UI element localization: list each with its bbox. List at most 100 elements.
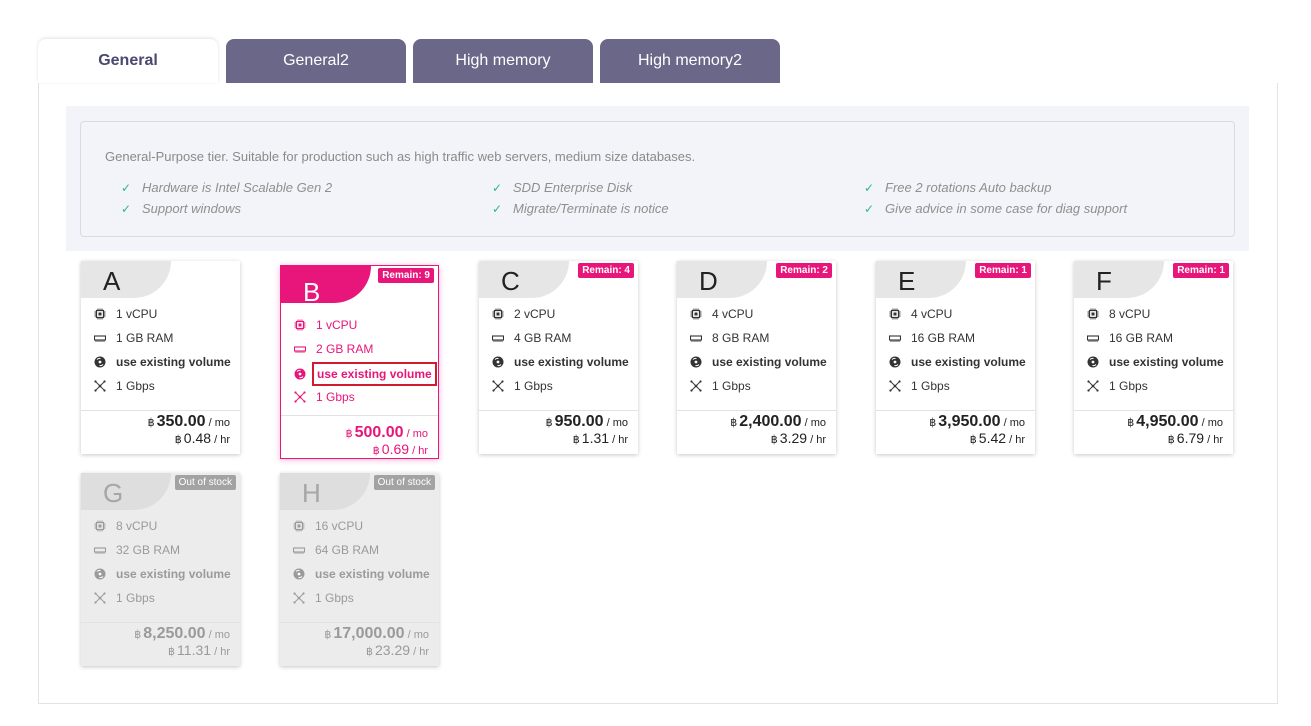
- spec-volume-label: use existing volume: [315, 567, 430, 581]
- check-icon: ✓: [121, 180, 132, 195]
- feature-item: ✓ SDD Enterprise Disk: [492, 180, 633, 195]
- spec-volume: use existing volume: [491, 355, 629, 369]
- network-icon: [93, 379, 107, 393]
- spec-net: 1 Gbps: [689, 379, 751, 393]
- remain-badge: Remain: 4: [578, 263, 634, 278]
- ram-icon: [293, 342, 307, 356]
- tab-general2[interactable]: General2: [226, 39, 406, 83]
- ram-icon: [689, 331, 703, 345]
- spec-ram-label: 32 GB RAM: [116, 543, 181, 557]
- cpu-icon: [93, 519, 107, 533]
- tab-general[interactable]: General: [38, 39, 218, 83]
- check-icon: ✓: [864, 180, 875, 195]
- plan-card-b[interactable]: B Remain: 9 1 vCPU 2 GB RAM use existing vol…: [280, 265, 439, 459]
- spec-cpu-label: 8 vCPU: [116, 519, 158, 533]
- network-icon: [93, 591, 107, 605]
- spec-net: 1 Gbps: [93, 591, 155, 605]
- spec-ram-label: 4 GB RAM: [514, 331, 572, 345]
- spec-ram-label: 1 GB RAM: [116, 331, 174, 345]
- network-icon: [689, 379, 703, 393]
- plan-letter: G: [103, 478, 124, 508]
- spec-volume: use existing volume: [93, 567, 231, 581]
- plan-letter: D: [699, 266, 718, 296]
- plan-card-f[interactable]: F Remain: 1 8 vCPU 16 GB RAM use existing vo…: [1074, 261, 1233, 454]
- spec-volume: use existing volume: [1086, 355, 1224, 369]
- plan-card-d[interactable]: D Remain: 2 4 vCPU 8 GB RAM use existing vol…: [677, 261, 836, 454]
- price-monthly: ฿ 500.00 / mo: [345, 424, 428, 441]
- spec-net-label: 1 Gbps: [116, 379, 155, 393]
- price-monthly: ฿ 4,950.00 / mo: [1127, 413, 1223, 430]
- spec-cpu: 2 vCPU: [491, 307, 555, 321]
- spec-cpu: 8 vCPU: [1086, 307, 1150, 321]
- spec-volume: use existing volume: [293, 362, 437, 386]
- plan-letter: H: [302, 478, 321, 508]
- spec-cpu-label: 16 vCPU: [315, 519, 364, 533]
- spec-ram-label: 16 GB RAM: [1109, 331, 1174, 345]
- network-icon: [1086, 379, 1100, 393]
- spec-ram: 16 GB RAM: [888, 331, 975, 345]
- feature-item: ✓ Support windows: [121, 201, 241, 216]
- plan-card-a[interactable]: A 1 vCPU 1 GB RAM use existing volume 1 Gbps…: [81, 261, 240, 454]
- spec-net-label: 1 Gbps: [1109, 379, 1148, 393]
- plan-card-c[interactable]: C Remain: 4 2 vCPU 4 GB RAM use existing vol…: [479, 261, 638, 454]
- plan-card-h: H Out of stock 16 vCPU 64 GB RAM use existin…: [280, 473, 439, 666]
- feature-item: ✓ Free 2 rotations Auto backup: [864, 180, 1052, 195]
- check-icon: ✓: [864, 201, 875, 216]
- plan-card-e[interactable]: E Remain: 1 4 vCPU 16 GB RAM use existing vo…: [876, 261, 1035, 454]
- ram-icon: [93, 331, 107, 345]
- spec-volume: use existing volume: [888, 355, 1026, 369]
- plan-letter-badge: [81, 473, 171, 510]
- price-divider: [1074, 410, 1233, 411]
- ram-icon: [292, 543, 306, 557]
- spec-net: 1 Gbps: [1086, 379, 1148, 393]
- cpu-icon: [293, 318, 307, 332]
- check-icon: ✓: [492, 180, 503, 195]
- price-hourly: ฿ 11.31 / hr: [168, 642, 230, 658]
- spec-net: 1 Gbps: [293, 390, 355, 404]
- spec-cpu: 8 vCPU: [93, 519, 157, 533]
- price-monthly: ฿ 8,250.00 / mo: [134, 625, 230, 642]
- spec-net-label: 1 Gbps: [514, 379, 553, 393]
- spec-cpu: 1 vCPU: [93, 307, 157, 321]
- spec-net: 1 Gbps: [491, 379, 553, 393]
- remain-badge: Remain: 1: [975, 263, 1031, 278]
- spec-ram: 16 GB RAM: [1086, 331, 1173, 345]
- spec-cpu-label: 1 vCPU: [116, 307, 158, 321]
- spec-net-label: 1 Gbps: [911, 379, 950, 393]
- tab-high-memory[interactable]: High memory: [413, 39, 593, 83]
- price-monthly: ฿ 2,400.00 / mo: [730, 413, 826, 430]
- spec-ram: 64 GB RAM: [292, 543, 379, 557]
- plan-letter-badge: [280, 473, 370, 510]
- spec-ram: 4 GB RAM: [491, 331, 571, 345]
- spec-ram: 32 GB RAM: [93, 543, 180, 557]
- cpu-icon: [93, 307, 107, 321]
- spec-cpu: 4 vCPU: [888, 307, 952, 321]
- cpu-icon: [689, 307, 703, 321]
- network-icon: [292, 591, 306, 605]
- spec-net: 1 Gbps: [93, 379, 155, 393]
- spec-volume-label: use existing volume: [514, 355, 629, 369]
- spec-cpu: 16 vCPU: [292, 519, 363, 533]
- cpu-icon: [491, 307, 505, 321]
- plan-letter: F: [1096, 266, 1112, 296]
- spec-ram: 1 GB RAM: [93, 331, 173, 345]
- price-hourly: ฿ 3.29 / hr: [770, 430, 826, 446]
- plan-letter-badge: [876, 261, 966, 298]
- plan-letter-badge: [281, 266, 371, 303]
- plan-letter: A: [103, 266, 121, 296]
- disk-icon: [93, 567, 107, 581]
- price-hourly: ฿ 23.29 / hr: [365, 642, 429, 658]
- plan-letter-badge: [677, 261, 767, 298]
- spec-ram: 2 GB RAM: [293, 342, 373, 356]
- out-of-stock-badge: Out of stock: [174, 475, 236, 490]
- spec-volume: use existing volume: [93, 355, 231, 369]
- plan-letter-badge: [479, 261, 569, 298]
- volume-option-highlight[interactable]: use existing volume: [312, 362, 437, 386]
- spec-net-label: 1 Gbps: [315, 591, 354, 605]
- price-monthly: ฿ 3,950.00 / mo: [929, 413, 1025, 430]
- feature-item: ✓ Migrate/Terminate is notice: [492, 201, 669, 216]
- price-divider: [280, 622, 439, 623]
- tab-high-memory2[interactable]: High memory2: [600, 39, 780, 83]
- spec-volume-label: use existing volume: [712, 355, 827, 369]
- tier-description: General-Purpose tier. Suitable for produ…: [105, 149, 696, 164]
